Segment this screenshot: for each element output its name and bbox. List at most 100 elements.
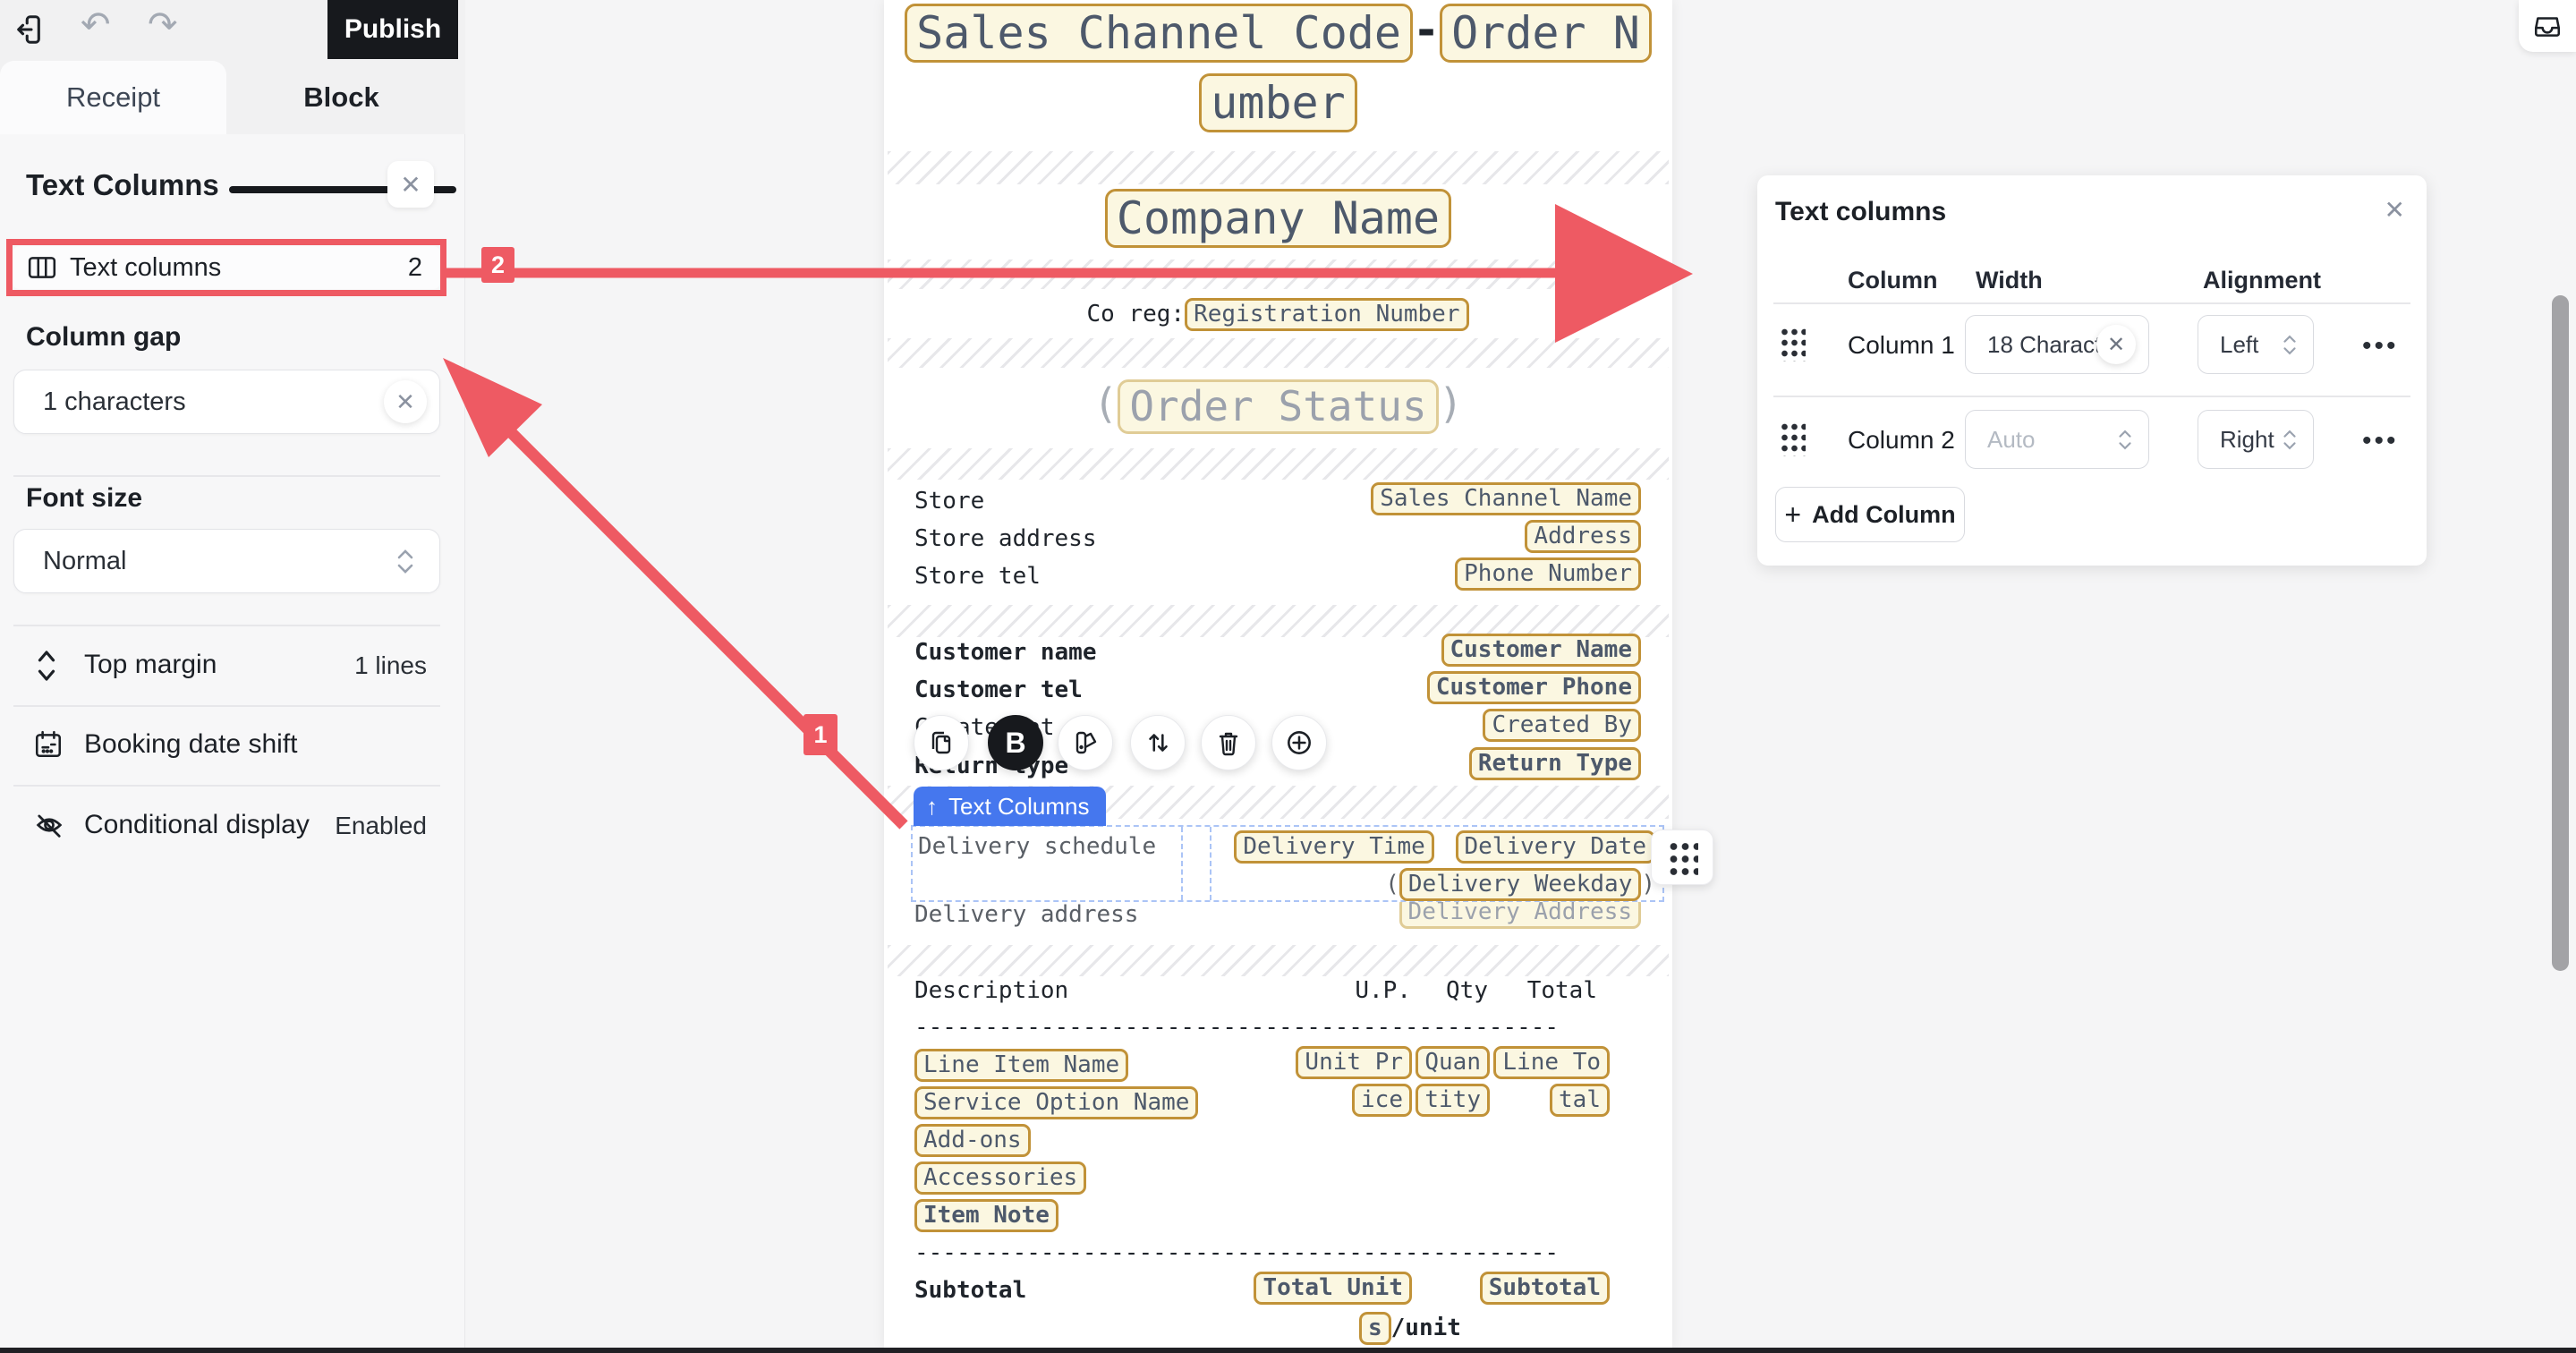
- template-tag[interactable]: umber: [1199, 73, 1357, 132]
- template-tag[interactable]: Customer Phone: [1427, 671, 1641, 704]
- template-tag[interactable]: Address: [1525, 520, 1641, 553]
- row-label: Store address: [914, 525, 1097, 552]
- width-input[interactable]: Auto: [1965, 410, 2149, 469]
- template-tag[interactable]: Company Name: [1105, 189, 1451, 248]
- sidebar-item-text-columns[interactable]: Text columns 2: [13, 246, 440, 289]
- order-status-row: (Order Status): [884, 379, 1672, 434]
- template-tag[interactable]: Order Status: [1118, 379, 1438, 434]
- template-tag[interactable]: Line To: [1493, 1046, 1610, 1079]
- alignment-select[interactable]: Left: [2198, 315, 2314, 374]
- receipt-preview[interactable]: Sales Channel Code-Order N umber Company…: [884, 0, 1672, 1348]
- clear-width-icon[interactable]: ✕: [2096, 325, 2136, 364]
- add-block-button[interactable]: [1271, 715, 1327, 770]
- booking-date-shift-row[interactable]: Booking date shift: [0, 720, 465, 770]
- top-margin-value: 1 lines: [354, 651, 427, 680]
- block-settings-title: Text Columns: [26, 168, 219, 202]
- template-tag[interactable]: Accessories: [914, 1162, 1086, 1195]
- close-block-settings-button[interactable]: ✕: [387, 161, 434, 208]
- font-size-label: Font size: [26, 483, 142, 514]
- template-tag[interactable]: Sales Channel Name: [1371, 482, 1641, 515]
- alignment-value: Left: [2220, 331, 2258, 359]
- template-tag[interactable]: Subtotal: [1480, 1272, 1610, 1305]
- paren: (: [1385, 871, 1399, 898]
- text-columns-block[interactable]: Delivery schedule Delivery Time Delivery…: [911, 825, 1664, 902]
- line-item-row3: Add-ons: [914, 1121, 1641, 1159]
- row-label: Store: [914, 488, 984, 515]
- column1-text: Delivery schedule: [918, 829, 1156, 864]
- template-tag[interactable]: Add-ons: [914, 1124, 1031, 1157]
- template-tag[interactable]: tal: [1550, 1084, 1610, 1117]
- column-gap-input[interactable]: 1 characters ✕: [13, 370, 440, 434]
- template-tag[interactable]: tity: [1416, 1084, 1490, 1117]
- columns-icon: [27, 252, 57, 283]
- template-tag[interactable]: ice: [1352, 1084, 1412, 1117]
- selected-block-label[interactable]: ↑ Text Columns: [914, 787, 1106, 826]
- template-tag[interactable]: Delivery Weekday: [1399, 868, 1641, 901]
- width-header: Width: [1976, 267, 2043, 294]
- annotation-badge-2: 2: [481, 247, 514, 283]
- divider: [13, 705, 440, 707]
- template-tag[interactable]: Service Option Name: [914, 1086, 1198, 1119]
- row-menu-icon[interactable]: •••: [2362, 426, 2399, 456]
- conditional-display-row[interactable]: Conditional display Enabled: [0, 801, 465, 851]
- inbox-button[interactable]: [2519, 0, 2576, 52]
- row-drag-handle[interactable]: [1779, 326, 1806, 362]
- duplicate-block-button[interactable]: [914, 715, 969, 770]
- receipt-header-line2: umber: [884, 73, 1672, 132]
- template-tag[interactable]: Registration Number: [1185, 298, 1468, 331]
- add-column-button[interactable]: + Add Column: [1775, 487, 1965, 542]
- template-tag[interactable]: Customer Name: [1441, 634, 1642, 667]
- column2-line2: (Delivery Weekday): [1385, 866, 1655, 902]
- tab-receipt[interactable]: Receipt: [0, 61, 226, 134]
- close-panel-icon[interactable]: ✕: [2385, 195, 2405, 225]
- template-tag[interactable]: Phone Number: [1455, 557, 1641, 591]
- undo-icon[interactable]: ↶: [81, 7, 111, 43]
- row-menu-icon[interactable]: •••: [2362, 331, 2399, 362]
- row-label: Customer name: [914, 639, 1097, 666]
- template-tag[interactable]: s: [1359, 1312, 1391, 1345]
- placeholder-stripe: [888, 448, 1669, 480]
- template-tag[interactable]: Total Unit: [1254, 1272, 1412, 1305]
- template-tag[interactable]: Order N: [1440, 4, 1652, 63]
- template-tag[interactable]: Line Item Name: [914, 1049, 1128, 1082]
- units-row: s/unit: [914, 1309, 1641, 1347]
- row-drag-handle[interactable]: [1779, 421, 1806, 456]
- placeholder-stripe: [888, 605, 1669, 637]
- template-tag[interactable]: Return Type: [1469, 747, 1641, 780]
- drag-dots-icon: [1666, 838, 1698, 876]
- width-input[interactable]: 18 Characters ✕: [1965, 315, 2149, 374]
- template-tag[interactable]: Item Note: [914, 1199, 1058, 1232]
- template-tag[interactable]: Delivery Date: [1456, 830, 1656, 864]
- bold-button[interactable]: B: [988, 715, 1043, 770]
- publish-button[interactable]: Publish: [327, 0, 458, 59]
- canvas-scrollbar[interactable]: [2552, 295, 2569, 971]
- column-gap-label: Column gap: [26, 322, 181, 353]
- company-name-row: Company Name: [884, 189, 1672, 248]
- qty-header: Qty: [1446, 972, 1488, 1009]
- receipt-header-line1: Sales Channel Code-Order N: [884, 4, 1672, 63]
- alignment-value: Right: [2220, 426, 2274, 454]
- font-size-value: Normal: [43, 547, 126, 576]
- tab-block[interactable]: Block: [226, 61, 456, 134]
- alignment-select[interactable]: Right: [2198, 410, 2314, 469]
- clear-column-gap-icon[interactable]: ✕: [384, 380, 427, 423]
- text-columns-count: 2: [408, 253, 422, 283]
- paren: ): [1439, 379, 1464, 428]
- template-tag[interactable]: Created By: [1483, 709, 1641, 742]
- font-size-select[interactable]: Normal: [13, 529, 440, 593]
- style-swatch-button[interactable]: [1058, 715, 1113, 770]
- block-drag-handle[interactable]: [1651, 830, 1713, 885]
- template-tag[interactable]: Sales Channel Code: [905, 4, 1413, 63]
- template-tag[interactable]: Delivery Time: [1234, 830, 1434, 864]
- template-tag[interactable]: Unit Pr: [1296, 1046, 1412, 1079]
- description-header: Description: [914, 977, 1068, 1004]
- move-up-down-button[interactable]: [1130, 715, 1186, 770]
- delete-block-button[interactable]: [1201, 715, 1256, 770]
- text-columns-settings-panel: Text columns ✕ Column Width Alignment Co…: [1757, 175, 2427, 566]
- width-placeholder: Auto: [1987, 426, 2036, 454]
- redo-icon[interactable]: ↷: [148, 7, 178, 43]
- top-margin-row[interactable]: Top margin 1 lines: [0, 641, 465, 691]
- exit-editor-icon[interactable]: [14, 13, 48, 51]
- template-tag[interactable]: Quan: [1416, 1046, 1490, 1079]
- placeholder-stripe: [888, 151, 1669, 184]
